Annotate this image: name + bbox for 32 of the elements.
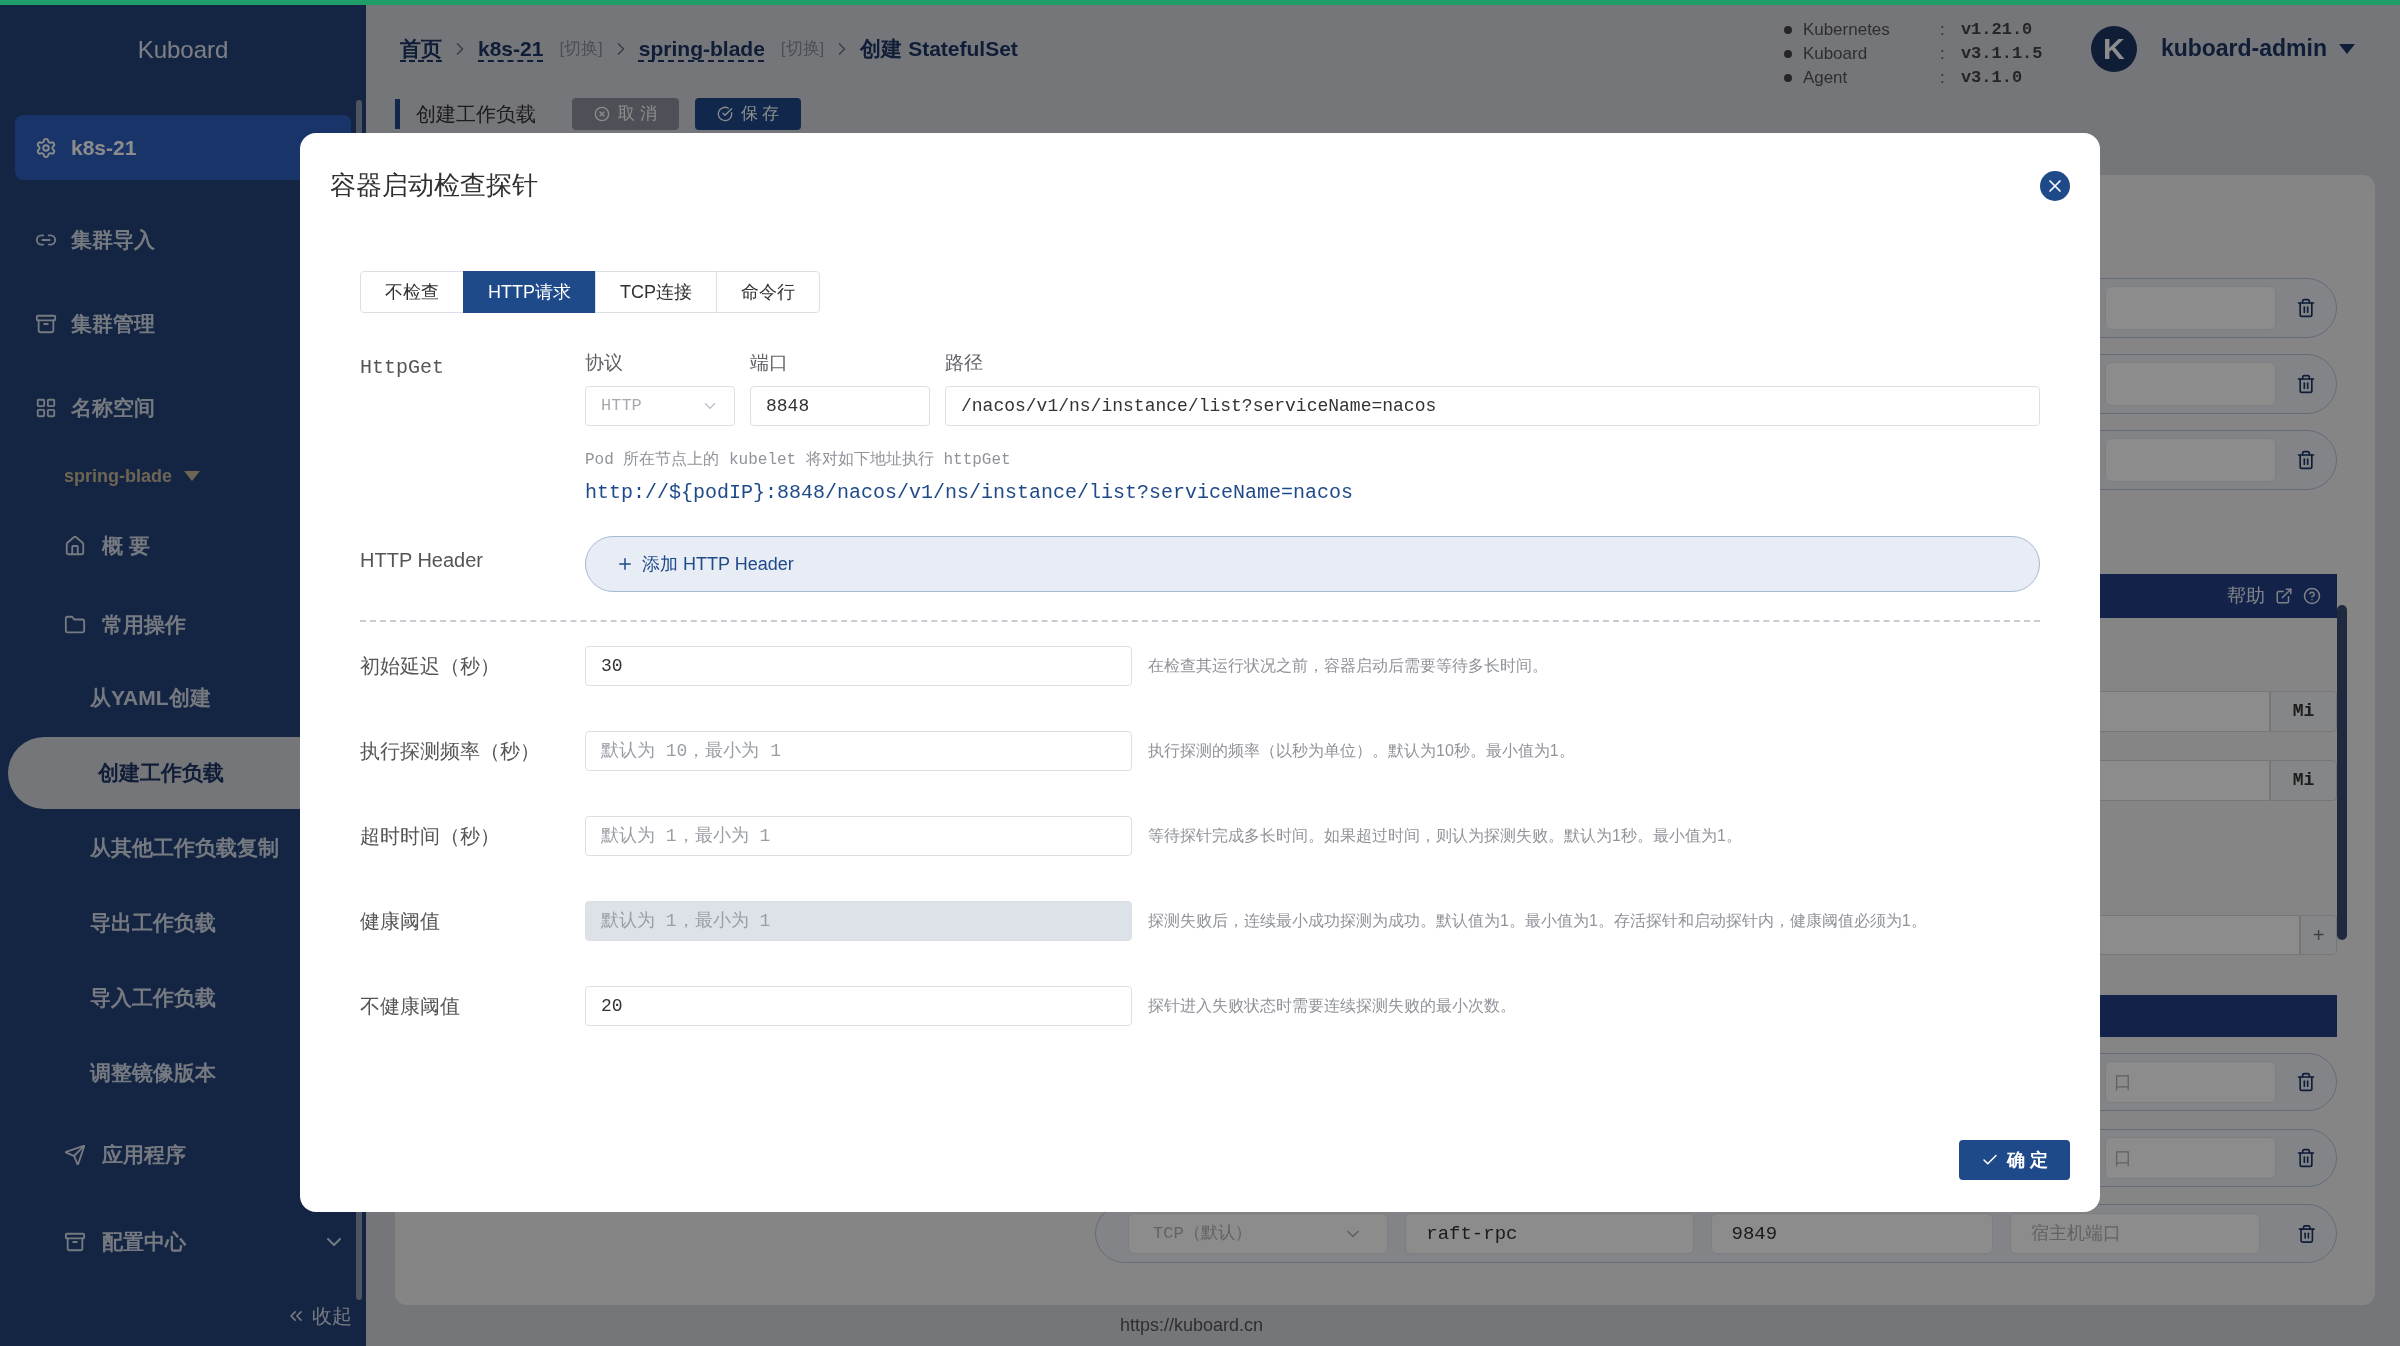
version-value: v3.1.1.5 bbox=[1960, 42, 2044, 65]
breadcrumb-current: 创建 StatefulSet bbox=[860, 35, 1018, 62]
field-label: 健康阈值 bbox=[360, 909, 441, 934]
field-label: HttpGet bbox=[360, 355, 445, 381]
page-title: 创建工作负载 bbox=[416, 102, 536, 127]
version-label: Kuboard bbox=[1802, 42, 1869, 65]
column-label: 协议 bbox=[585, 351, 624, 375]
field-hint: 在检查其运行状况之前，容器启动后需要等待多长时间。 bbox=[1148, 656, 1548, 676]
column-label: 端口 bbox=[750, 351, 789, 375]
field-hint: 执行探测的频率（以秒为单位）。默认为10秒。最小值为1。 bbox=[1148, 741, 1575, 761]
field-hint: 探针进入失败状态时需要连续探测失败的最小次数。 bbox=[1148, 996, 1516, 1016]
url-text: http://${podIP}:8848/nacos/v1/ns/instance/list?serviceName=nacos bbox=[585, 480, 1355, 506]
user-avatar: K bbox=[2090, 25, 2137, 72]
unit-addon: Mi bbox=[2270, 760, 2337, 801]
field-label: 初始延迟（秒） bbox=[360, 654, 501, 679]
app-title: Kuboard bbox=[137, 35, 229, 65]
field-label: 不健康阈值 bbox=[360, 994, 461, 1019]
version-label: Agent bbox=[1802, 66, 1849, 89]
column-label: 路径 bbox=[945, 351, 984, 375]
version-separator: : bbox=[1939, 18, 1946, 41]
version-label: Kubernetes bbox=[1802, 18, 1891, 41]
field-label: 超时时间（秒） bbox=[360, 824, 501, 849]
unit-addon: Mi bbox=[2270, 691, 2337, 732]
hint-text: Pod 所在节点上的 kubelet 将对如下地址执行 httpGet bbox=[585, 449, 1012, 471]
version-separator: : bbox=[1939, 66, 1946, 89]
select-value: HTTP bbox=[601, 395, 642, 418]
version-value: v1.21.0 bbox=[1960, 18, 2034, 41]
field-hint: 探测失败后，连续最小成功探测为成功。默认值为1。最小值为1。存活探针和启动探针内，健康阈值必须为1。 bbox=[1148, 911, 1927, 931]
field-label: HTTP Header bbox=[360, 548, 484, 573]
field-hint: 等待探针完成多长时间。如果超过时间，则认为探测失败。默认为1秒。最小值为1。 bbox=[1148, 826, 1742, 846]
version-separator: : bbox=[1939, 42, 1946, 65]
version-value: v3.1.0 bbox=[1960, 66, 2024, 89]
